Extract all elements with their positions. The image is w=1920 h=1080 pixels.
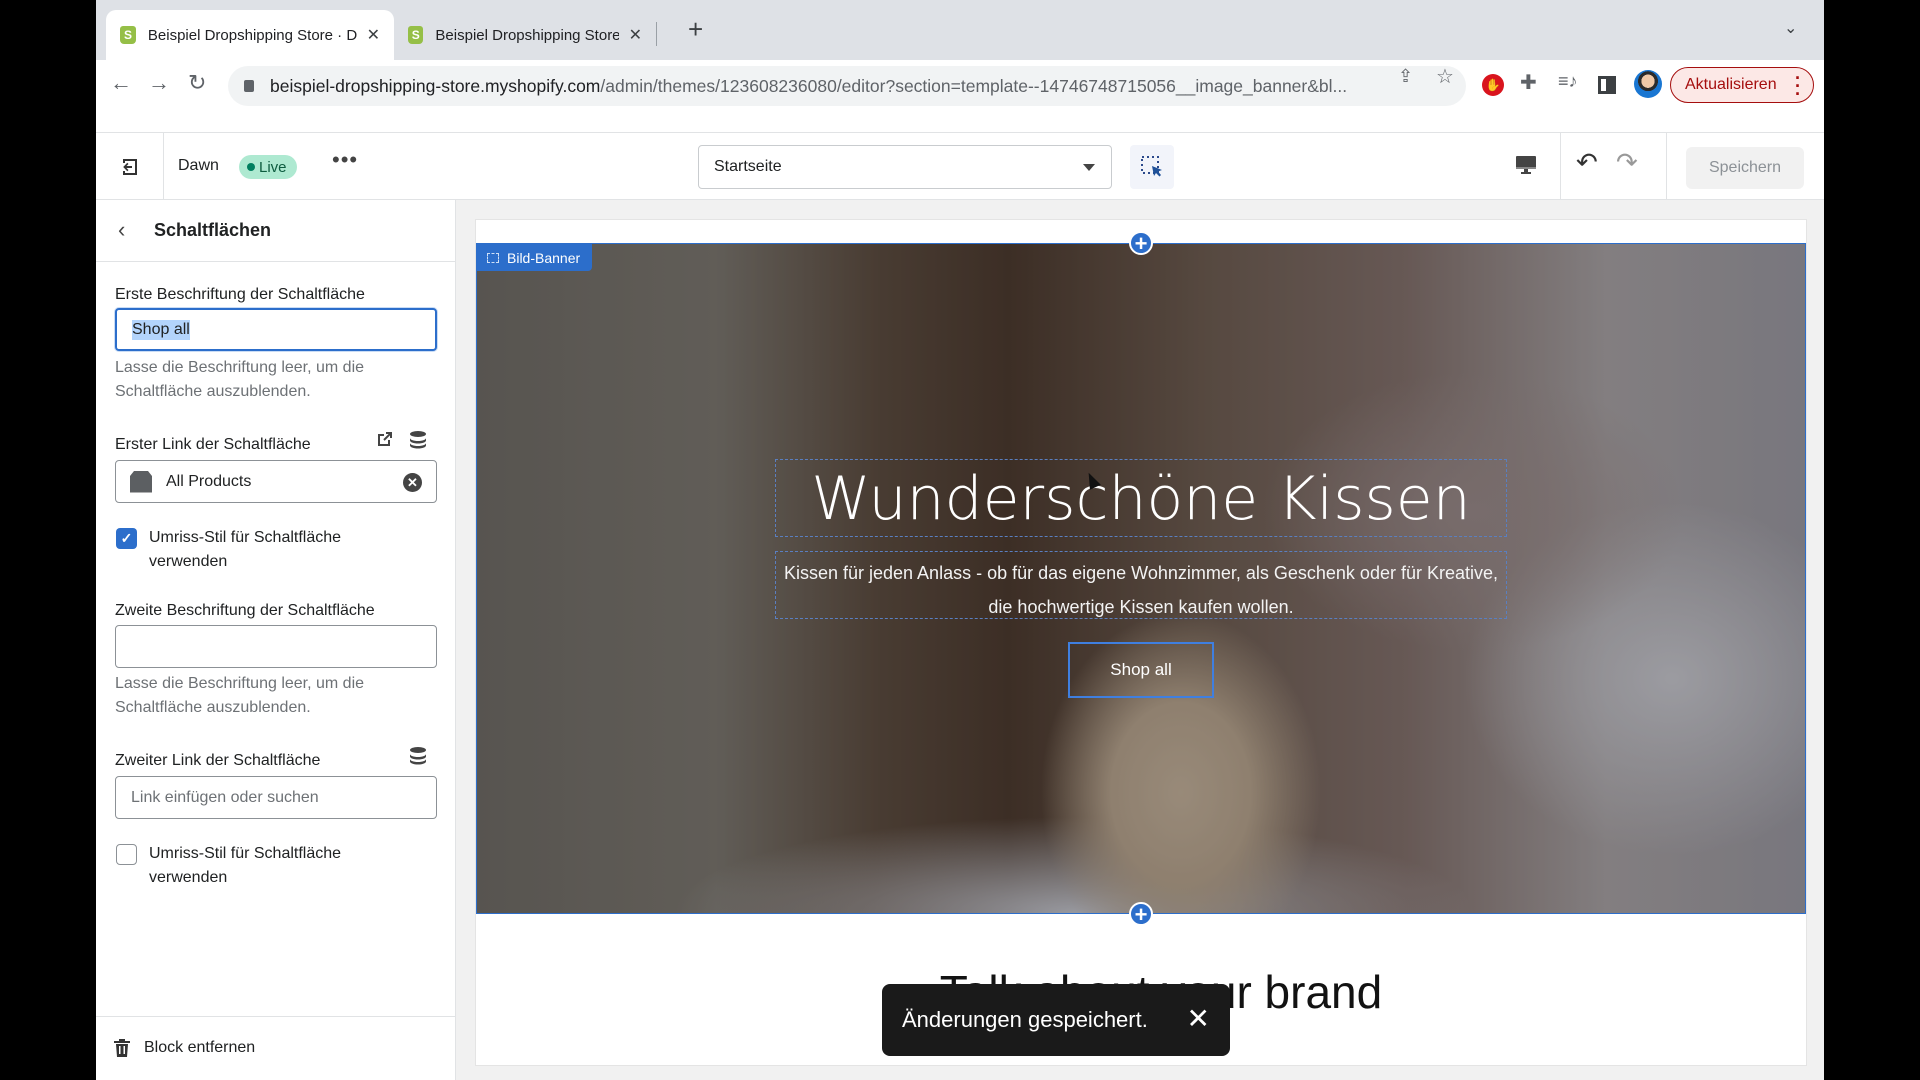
- open-external-link-icon[interactable]: [376, 430, 394, 453]
- tab-close-icon[interactable]: ✕: [629, 25, 642, 45]
- sidebar-title: Schaltflächen: [154, 220, 272, 240]
- browser-tab-strip: S Beispiel Dropshipping Store · D ✕ S Be…: [96, 0, 1824, 60]
- back-chevron-icon[interactable]: ‹: [118, 217, 125, 243]
- browser-tab-active[interactable]: S Beispiel Dropshipping Store · D ✕: [106, 10, 394, 60]
- banner-heading: Wunderschöne Kissen: [811, 464, 1471, 534]
- collection-tag-icon: [130, 470, 152, 493]
- first-button-label-input[interactable]: Shop all: [115, 308, 437, 351]
- forward-arrow-icon[interactable]: →: [148, 70, 170, 96]
- toolbar-divider: [1560, 133, 1561, 200]
- redo-button[interactable]: ↷: [1616, 147, 1638, 178]
- first-link-value: All Products: [166, 472, 252, 490]
- page-template-select[interactable]: Startseite: [698, 145, 1112, 189]
- banner-shop-all-button[interactable]: Shop all: [1068, 642, 1214, 698]
- desktop-preview-button[interactable]: [1514, 153, 1538, 182]
- settings-sidebar: ‹ Schaltflächen Erste Beschriftung der S…: [96, 200, 456, 1080]
- editor-toolbar: Dawn Live ••• Startseite ↶ ↷ Speichern: [96, 132, 1824, 200]
- share-icon[interactable]: ⇪: [1398, 66, 1413, 87]
- second-button-link-input[interactable]: Link einfügen oder suchen: [115, 776, 437, 819]
- store-preview-frame: Bild-Banner Wunderschöne Kissen Kissen f…: [476, 220, 1806, 1065]
- tab-title: Beispiel Dropshipping Store · E: [435, 26, 619, 44]
- saved-toast: Änderungen gespeichert. ✕: [882, 984, 1230, 1056]
- desktop-icon: [1516, 156, 1536, 174]
- bookmark-star-icon[interactable]: ☆: [1436, 64, 1454, 89]
- banner-subtext: Kissen für jeden Anlass - ob für das eig…: [783, 563, 1499, 617]
- side-panel-icon[interactable]: [1598, 76, 1616, 94]
- first-outline-checkbox[interactable]: ✓: [116, 528, 137, 549]
- browser-menu-icon[interactable]: · · ·: [1795, 69, 1801, 103]
- first-outline-label: Umriss-Stil für Schaltfläche verwenden: [149, 529, 342, 570]
- inspector-toggle-button[interactable]: [1130, 145, 1174, 189]
- screen: S Beispiel Dropshipping Store · D ✕ S Be…: [96, 0, 1824, 1080]
- toast-message: Änderungen gespeichert.: [902, 1007, 1148, 1032]
- exit-icon: [122, 158, 137, 175]
- select-cursor-icon: [1141, 156, 1162, 177]
- tab-close-icon[interactable]: ✕: [367, 25, 380, 45]
- first-button-link-heading: Erster Link der Schaltfläche: [115, 436, 311, 453]
- first-button-label-heading: Erste Beschriftung der Schaltfläche: [115, 286, 365, 303]
- address-bar[interactable]: beispiel-dropshipping-store.myshopify.co…: [228, 66, 1466, 106]
- url-host: beispiel-dropshipping-store.myshopify.co…: [270, 75, 601, 96]
- image-banner-section[interactable]: Bild-Banner Wunderschöne Kissen Kissen f…: [476, 243, 1806, 914]
- section-label-badge[interactable]: Bild-Banner: [477, 244, 593, 271]
- first-label-help-text: Lasse die Beschriftung leer, um die Scha…: [115, 359, 365, 400]
- trash-icon[interactable]: [114, 1039, 130, 1062]
- second-button-link-heading: Zweiter Link der Schaltfläche: [115, 752, 321, 769]
- preview-canvas: Bild-Banner Wunderschöne Kissen Kissen f…: [456, 200, 1824, 1080]
- page-select-value: Startseite: [714, 158, 782, 175]
- live-badge-label: Live: [259, 158, 287, 176]
- browser-tab[interactable]: S Beispiel Dropshipping Store · E ✕: [394, 10, 656, 60]
- toast-close-icon[interactable]: ✕: [1187, 1002, 1210, 1035]
- second-outline-checkbox[interactable]: [116, 844, 137, 865]
- tab-title: Beispiel Dropshipping Store · D: [147, 26, 357, 44]
- sidebar-footer: Block entfernen: [96, 1016, 455, 1080]
- second-label-help-text: Lasse die Beschriftung leer, um die Scha…: [115, 675, 365, 716]
- live-status-badge: Live: [239, 155, 297, 179]
- shopify-favicon-icon: S: [408, 26, 424, 44]
- live-dot-icon: [247, 163, 255, 171]
- section-icon: [487, 252, 499, 263]
- dynamic-source-icon[interactable]: [408, 430, 428, 455]
- extensions-puzzle-icon[interactable]: ✚: [1520, 70, 1542, 94]
- new-tab-icon[interactable]: +: [688, 14, 703, 45]
- first-button-label-value: Shop all: [132, 319, 190, 340]
- tab-search-chevron-icon[interactable]: ⌄: [1784, 18, 1797, 38]
- heading-block[interactable]: Wunderschöne Kissen: [775, 459, 1507, 537]
- exit-editor-button[interactable]: [96, 133, 164, 200]
- profile-avatar[interactable]: [1634, 70, 1662, 98]
- adblock-extension-icon[interactable]: ✋: [1482, 74, 1504, 96]
- add-section-icon[interactable]: +: [1129, 231, 1153, 255]
- browser-toolbar: ← → ↻ beispiel-dropshipping-store.myshop…: [96, 60, 1824, 118]
- section-label: Bild-Banner: [507, 249, 581, 266]
- remove-block-button[interactable]: Block entfernen: [144, 1039, 255, 1057]
- more-actions-button[interactable]: •••: [332, 147, 358, 173]
- lock-icon: [244, 80, 254, 92]
- second-button-label-input[interactable]: [115, 625, 437, 668]
- url-path: /admin/themes/123608236080/editor?sectio…: [600, 75, 1348, 96]
- undo-button[interactable]: ↶: [1576, 147, 1598, 178]
- update-label: Aktualisieren: [1685, 76, 1777, 93]
- add-section-icon[interactable]: +: [1129, 902, 1153, 926]
- dynamic-source-icon[interactable]: [408, 746, 428, 771]
- theme-name: Dawn: [178, 157, 219, 174]
- sidebar-header: ‹ Schaltflächen: [96, 200, 455, 262]
- second-link-placeholder: Link einfügen oder suchen: [131, 788, 319, 806]
- reload-icon[interactable]: ↻: [188, 70, 206, 96]
- first-button-link-input[interactable]: All Products ✕: [115, 460, 437, 503]
- clear-link-icon[interactable]: ✕: [403, 473, 422, 492]
- tab-separator: [656, 22, 657, 46]
- media-control-icon[interactable]: ≡♪: [1558, 71, 1580, 93]
- second-outline-label: Umriss-Stil für Schaltfläche verwenden: [149, 845, 342, 886]
- second-button-label-heading: Zweite Beschriftung der Schaltfläche: [115, 602, 375, 619]
- text-block[interactable]: Kissen für jeden Anlass - ob für das eig…: [775, 551, 1507, 619]
- save-button[interactable]: Speichern: [1686, 147, 1804, 189]
- shopify-favicon-icon: S: [120, 26, 136, 44]
- toolbar-divider: [1666, 133, 1667, 200]
- update-browser-button[interactable]: Aktualisieren · · ·: [1670, 67, 1814, 103]
- caret-down-icon: [1083, 164, 1095, 171]
- back-arrow-icon[interactable]: ←: [110, 70, 132, 96]
